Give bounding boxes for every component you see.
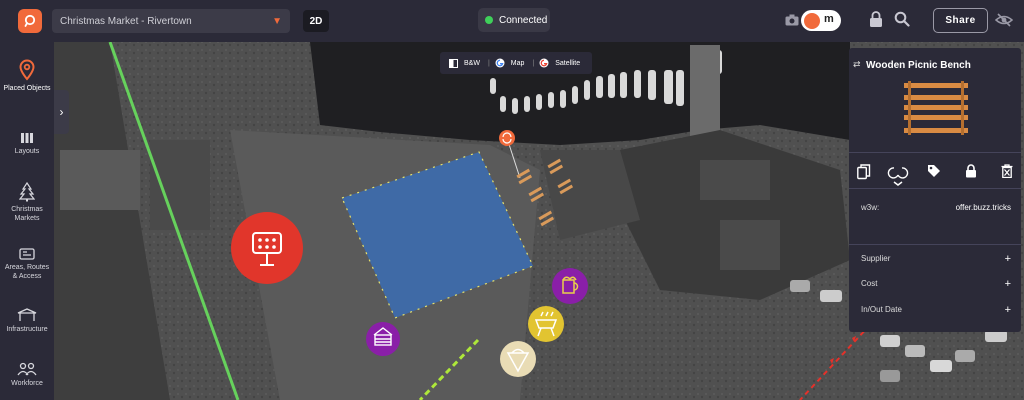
- tree-icon: [19, 182, 35, 202]
- property-row-cost[interactable]: Cost +: [861, 278, 1011, 290]
- google-icon: [539, 58, 549, 68]
- w3w-value[interactable]: offer.buzz.tricks: [956, 203, 1011, 212]
- project-select[interactable]: Christmas Market - Rivertown ▼: [52, 9, 290, 33]
- map-type-satellite[interactable]: Satellite: [539, 58, 583, 68]
- chevron-down-icon: ▼: [272, 15, 282, 27]
- sidebar: Placed Objects Layouts Christmas Markets…: [0, 42, 54, 400]
- drinks-marker[interactable]: [552, 268, 588, 304]
- google-icon: [495, 58, 505, 68]
- location-pin-icon: [19, 59, 35, 81]
- add-icon[interactable]: +: [1005, 278, 1011, 290]
- property-label: In/Out Date: [861, 305, 902, 314]
- top-bar: Christmas Market - Rivertown ▼ 2D Connec…: [0, 0, 1024, 42]
- divider: [849, 244, 1021, 245]
- trash-icon[interactable]: [1001, 164, 1013, 183]
- view-mode-button[interactable]: 2D: [303, 10, 329, 32]
- people-icon: [17, 362, 37, 376]
- sidebar-item-label: Christmas Markets: [11, 206, 43, 222]
- sidebar-item-label: Placed Objects: [3, 85, 51, 92]
- map-type-selector: B&W | Map | Satellite: [440, 52, 593, 74]
- map-type-map[interactable]: Map: [495, 58, 528, 68]
- sidebar-item-layouts[interactable]: Layouts: [0, 132, 54, 156]
- toggle-label: m: [824, 13, 834, 25]
- sidebar-item-label: Infrastructure: [6, 326, 48, 333]
- sidebar-item-workforce[interactable]: Workforce: [0, 362, 54, 388]
- lock-icon[interactable]: [869, 11, 883, 28]
- sidebar-item-placed-objects[interactable]: Placed Objects: [0, 59, 54, 93]
- divider: [849, 188, 1021, 189]
- map-type-bw[interactable]: B&W: [449, 58, 483, 68]
- bw-icon: [449, 58, 458, 68]
- food-marker[interactable]: [528, 306, 564, 342]
- swap-icon[interactable]: ⇄: [853, 59, 861, 70]
- share-button[interactable]: Share: [933, 8, 988, 33]
- columns-icon: [21, 133, 33, 143]
- logo-icon: [24, 14, 36, 27]
- lock-icon[interactable]: [965, 164, 977, 183]
- property-label: Cost: [861, 279, 878, 288]
- property-row-in-out-date[interactable]: In/Out Date +: [861, 304, 1011, 316]
- divider: [849, 152, 1021, 153]
- sidebar-item-areas-routes[interactable]: Areas, Routes & Access: [0, 248, 54, 281]
- chevron-right-icon: ›: [59, 105, 64, 119]
- sidebar-item-infrastructure[interactable]: Infrastructure: [0, 308, 54, 334]
- route-icon: [19, 248, 35, 260]
- project-name: Christmas Market - Rivertown: [60, 15, 192, 27]
- connection-status: Connected: [478, 8, 550, 32]
- sidebar-item-christmas-markets[interactable]: Christmas Markets: [0, 182, 54, 223]
- search-icon[interactable]: [894, 11, 910, 27]
- add-icon[interactable]: +: [1005, 253, 1011, 265]
- sidebar-item-label: Workforce: [11, 380, 43, 387]
- object-details-panel: ⇄ Wooden Picnic Bench w3w: offer.buzz.tr…: [849, 48, 1021, 332]
- bench-preview-image: [904, 81, 968, 135]
- connection-status-label: Connected: [499, 14, 548, 26]
- copy-icon[interactable]: [857, 164, 871, 185]
- status-dot-icon: [485, 16, 493, 24]
- sidebar-item-label: Layouts: [14, 148, 40, 155]
- tag-icon[interactable]: [927, 164, 941, 183]
- panel-toolbar: [849, 164, 1021, 196]
- add-icon[interactable]: +: [1005, 304, 1011, 316]
- property-label: Supplier: [861, 254, 891, 263]
- map-toggle[interactable]: m: [801, 10, 841, 31]
- sidebar-expand-button[interactable]: ›: [54, 90, 69, 134]
- panel-title: Wooden Picnic Bench: [866, 60, 971, 71]
- camera-icon[interactable]: [785, 14, 799, 26]
- property-row-supplier[interactable]: Supplier +: [861, 253, 1011, 265]
- app-logo[interactable]: [18, 9, 42, 33]
- w3w-label: w3w:: [861, 203, 880, 212]
- hide-eye-icon[interactable]: [995, 12, 1013, 28]
- tent-icon: [17, 308, 37, 321]
- sidebar-item-label: Areas, Routes & Access: [4, 264, 50, 280]
- toggle-knob: [804, 12, 820, 29]
